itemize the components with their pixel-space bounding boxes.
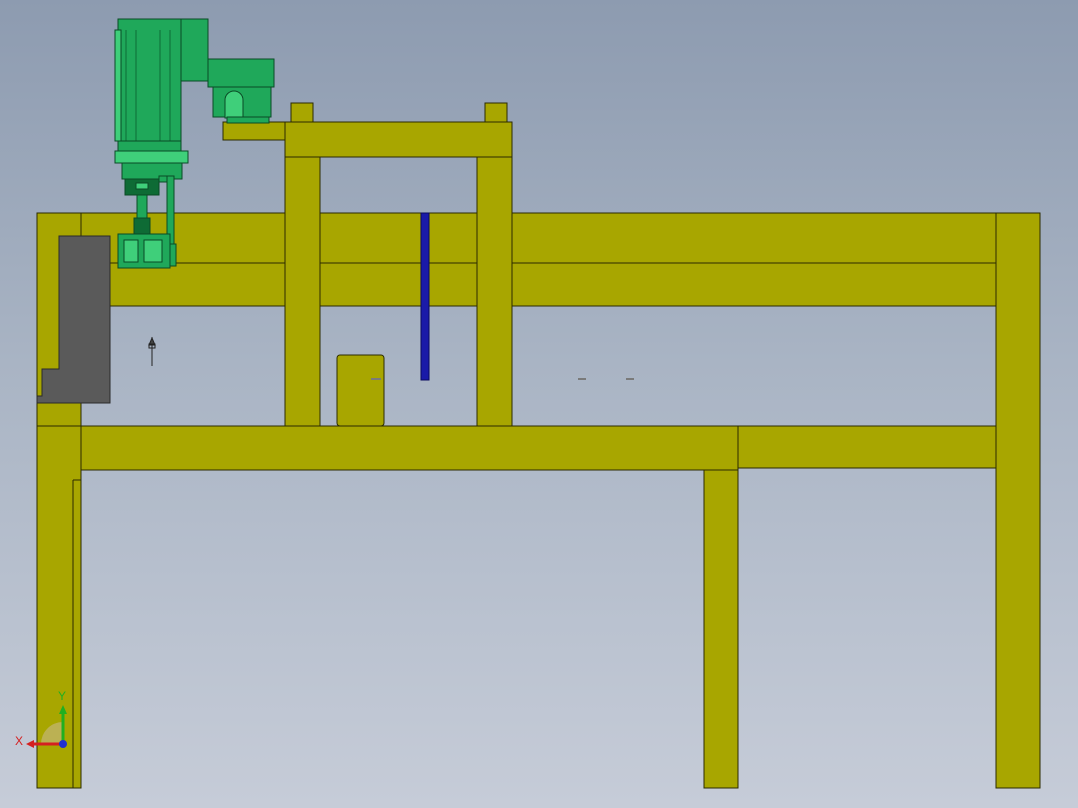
- gantry-tab-left: [290, 102, 314, 123]
- cad-scene: X Y: [15, 18, 1041, 789]
- blue-rod: [420, 212, 430, 381]
- top-beam: [36, 212, 1041, 264]
- gantry-post-right: [476, 156, 513, 427]
- motor-flange: [114, 150, 189, 164]
- gantry-tab-right: [484, 102, 508, 123]
- motor-cap: [180, 18, 209, 82]
- motor-shaft: [136, 194, 148, 219]
- lower-beam-right: [737, 425, 997, 469]
- gantry-crossbar: [284, 121, 513, 158]
- axis-y-label: Y: [58, 689, 66, 703]
- gantry-bracket: [222, 121, 286, 141]
- axis-x-label: X: [15, 734, 23, 748]
- pin-marker: [148, 336, 156, 366]
- motor-body: [117, 18, 182, 142]
- middle-leg: [703, 469, 739, 789]
- small-block: [336, 354, 385, 427]
- lower-beam-left: [36, 425, 739, 471]
- gantry-post-left: [284, 156, 321, 427]
- right-leg: [995, 212, 1041, 789]
- cad-viewport[interactable]: X Y: [0, 0, 1078, 808]
- machine-frame: [36, 102, 1041, 789]
- mid-beam: [109, 262, 997, 307]
